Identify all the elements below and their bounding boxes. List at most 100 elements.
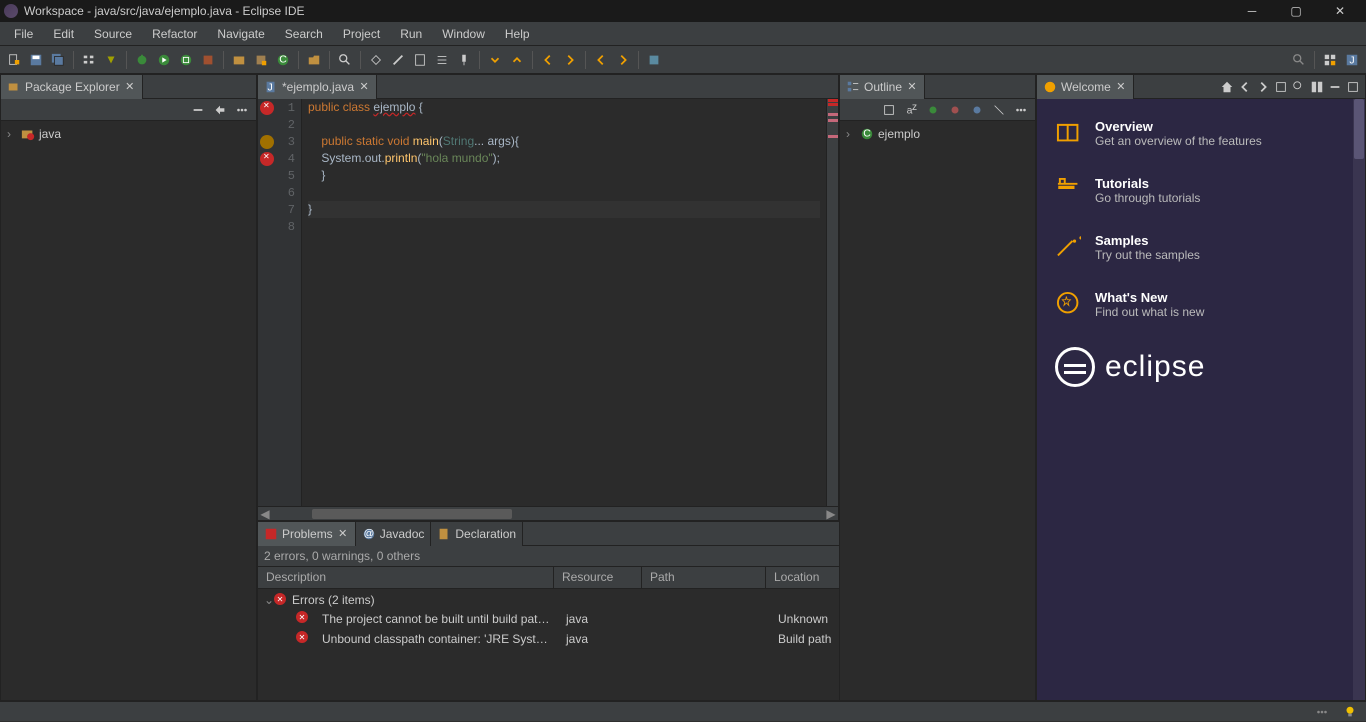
tab-editor-file[interactable]: J *ejemplo.java ✕	[258, 75, 377, 99]
sort-icon[interactable]: az	[901, 100, 921, 120]
wand-icon[interactable]	[388, 50, 408, 70]
col-description[interactable]: Description	[258, 567, 554, 588]
collapse-icon[interactable]: ⌄	[260, 593, 274, 607]
open-perspective-icon[interactable]	[1320, 50, 1340, 70]
vertical-scrollbar[interactable]	[1353, 99, 1365, 700]
run-icon[interactable]	[154, 50, 174, 70]
menu-edit[interactable]: Edit	[43, 24, 84, 44]
new-java-project-icon[interactable]	[229, 50, 249, 70]
new-class-icon[interactable]: C	[273, 50, 293, 70]
tip-icon[interactable]	[1340, 702, 1360, 722]
back-history-icon[interactable]	[591, 50, 611, 70]
hide-nonpublic-icon[interactable]	[967, 100, 987, 120]
save-all-icon[interactable]	[48, 50, 68, 70]
view-menu-icon[interactable]	[1011, 100, 1031, 120]
menu-window[interactable]: Window	[432, 24, 495, 44]
tab-declaration[interactable]: Declaration	[431, 522, 523, 546]
view-menu-icon[interactable]	[232, 100, 252, 120]
tab-outline[interactable]: Outline ✕	[840, 75, 925, 99]
menu-refactor[interactable]: Refactor	[142, 24, 207, 44]
collapse-all-icon[interactable]	[188, 100, 208, 120]
menu-help[interactable]: Help	[495, 24, 540, 44]
coverage-icon[interactable]	[176, 50, 196, 70]
menu-project[interactable]: Project	[333, 24, 390, 44]
prev-annotation-icon[interactable]	[507, 50, 527, 70]
horizontal-scrollbar[interactable]: ◀ ▶	[258, 506, 838, 520]
new-package-icon[interactable]	[251, 50, 271, 70]
paste-icon[interactable]	[410, 50, 430, 70]
menu-source[interactable]: Source	[84, 24, 142, 44]
focus-icon[interactable]	[879, 100, 899, 120]
link-icon[interactable]	[101, 50, 121, 70]
magnify-icon[interactable]	[1291, 79, 1307, 95]
scrollbar-thumb[interactable]	[1354, 99, 1364, 159]
outline-item[interactable]: › C ejemplo	[844, 125, 1031, 143]
quick-access-icon[interactable]	[1289, 50, 1309, 70]
close-button[interactable]: ✕	[1318, 0, 1362, 22]
tab-welcome[interactable]: Welcome ✕	[1037, 75, 1134, 99]
link-with-editor-icon[interactable]	[210, 100, 230, 120]
forward-icon[interactable]	[560, 50, 580, 70]
javadoc-icon: @	[362, 527, 376, 541]
welcome-item-samples[interactable]: SamplesTry out the samples	[1055, 233, 1347, 262]
overview-ruler[interactable]	[826, 99, 838, 506]
debug-icon[interactable]	[132, 50, 152, 70]
menu-search[interactable]: Search	[275, 24, 333, 44]
menu-navigate[interactable]: Navigate	[207, 24, 274, 44]
welcome-item-what-s-new[interactable]: What's NewFind out what is new	[1055, 290, 1347, 319]
close-icon[interactable]: ✕	[1115, 81, 1127, 93]
outline-tree[interactable]: › C ejemplo	[840, 121, 1035, 700]
scrollbar-thumb[interactable]	[312, 509, 512, 519]
forward-history-icon[interactable]	[613, 50, 633, 70]
tree-item-java[interactable]: › java	[5, 125, 252, 143]
menu-file[interactable]: File	[4, 24, 43, 44]
col-path[interactable]: Path	[642, 567, 766, 588]
col-resource[interactable]: Resource	[554, 567, 642, 588]
toggle-mark-icon[interactable]	[366, 50, 386, 70]
welcome-item-tutorials[interactable]: TutorialsGo through tutorials	[1055, 176, 1347, 205]
pin-editor-icon[interactable]	[644, 50, 664, 70]
gutter[interactable]: 12345678	[258, 99, 302, 506]
layout-icon[interactable]	[1309, 79, 1325, 95]
pin-icon[interactable]	[454, 50, 474, 70]
package-explorer-tree[interactable]: › java	[1, 121, 256, 700]
toggle-breadcrumb-icon[interactable]	[79, 50, 99, 70]
close-icon[interactable]: ✕	[337, 528, 349, 540]
maximize-button[interactable]: ▢	[1274, 0, 1318, 22]
reduce-icon[interactable]	[1273, 79, 1289, 95]
cell-description: The project cannot be built until build …	[314, 611, 558, 627]
code-editor[interactable]: 12345678 public class ejemplo { public s…	[258, 99, 838, 506]
external-tools-icon[interactable]	[198, 50, 218, 70]
tab-javadoc[interactable]: @ Javadoc	[356, 522, 432, 546]
save-icon[interactable]	[26, 50, 46, 70]
tab-package-explorer[interactable]: Package Explorer ✕	[1, 75, 143, 99]
next-annotation-icon[interactable]	[485, 50, 505, 70]
new-icon[interactable]	[4, 50, 24, 70]
hide-static-icon[interactable]	[945, 100, 965, 120]
nav-forward-icon[interactable]	[1255, 79, 1271, 95]
minimize-button[interactable]: ─	[1230, 0, 1274, 22]
java-perspective-icon[interactable]: J	[1342, 50, 1362, 70]
tab-problems[interactable]: Problems ✕	[258, 522, 356, 546]
open-type-icon[interactable]	[304, 50, 324, 70]
code-area[interactable]: public class ejemplo { public static voi…	[302, 99, 826, 506]
minimize-view-icon[interactable]	[1327, 79, 1343, 95]
close-icon[interactable]: ✕	[906, 81, 918, 93]
home-icon[interactable]	[1219, 79, 1235, 95]
expand-icon[interactable]: ›	[7, 127, 17, 141]
maximize-view-icon[interactable]	[1345, 79, 1361, 95]
back-icon[interactable]	[538, 50, 558, 70]
search-icon[interactable]	[335, 50, 355, 70]
eclipse-brand-text: eclipse	[1105, 350, 1205, 384]
expand-icon[interactable]: ›	[846, 127, 856, 141]
welcome-item-overview[interactable]: OverviewGet an overview of the features	[1055, 119, 1347, 148]
view-menu-icon[interactable]	[1312, 702, 1332, 722]
hide-localtypes-icon[interactable]	[989, 100, 1009, 120]
nav-back-icon[interactable]	[1237, 79, 1253, 95]
close-icon[interactable]: ✕	[124, 81, 136, 93]
menu-run[interactable]: Run	[390, 24, 432, 44]
list-icon[interactable]	[432, 50, 452, 70]
titlebar: Workspace - java/src/java/ejemplo.java -…	[0, 0, 1366, 22]
hide-fields-icon[interactable]	[923, 100, 943, 120]
close-icon[interactable]: ✕	[358, 81, 370, 93]
